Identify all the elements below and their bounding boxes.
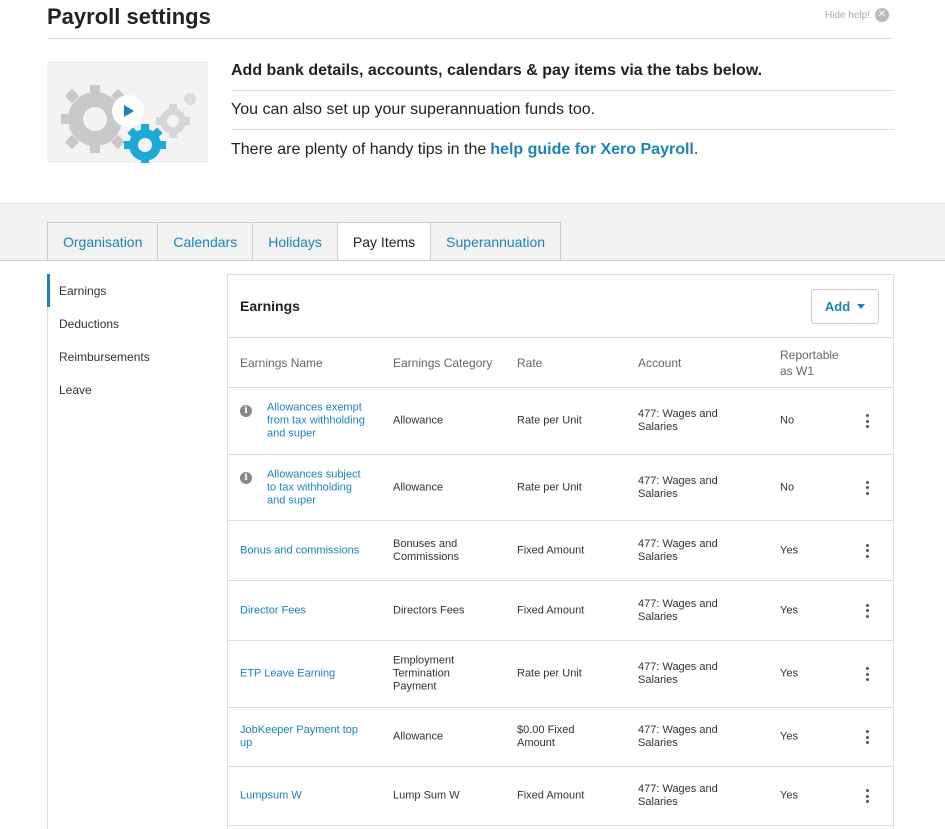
earnings-rate: $0.00 Fixed Amount (517, 724, 575, 749)
more-options-icon[interactable] (865, 789, 869, 803)
panel-title: Earnings (240, 298, 300, 314)
help-guide-link[interactable]: help guide for Xero Payroll (490, 141, 694, 159)
earnings-rate: Fixed Amount (517, 789, 585, 802)
more-options-icon[interactable] (865, 603, 869, 618)
panel-header: Earnings Add (228, 275, 893, 338)
earnings-rate: Rate per Unit (517, 481, 582, 493)
earnings-account: 477: Wages and Salaries (638, 408, 718, 433)
title-divider (47, 38, 893, 39)
page-title: Payroll settings (47, 4, 211, 29)
earnings-name-link[interactable]: JobKeeper Payment top up (240, 724, 358, 750)
reportable-w1: Yes (780, 544, 798, 556)
table-row: i Allowances subject to tax withholding and… (228, 455, 893, 521)
reportable-w1: No (780, 481, 795, 493)
earnings-category: Directors Fees (393, 604, 465, 616)
earnings-account: 477: Wages and Salaries (638, 474, 718, 500)
tab-holidays[interactable]: Holidays (252, 222, 337, 261)
tab-organisation[interactable]: Organisation (47, 222, 158, 261)
earnings-rate: Rate per Unit (517, 667, 582, 680)
hide-help-label: Hide help! (824, 9, 870, 21)
settings-tabs: Organisation Calendars Holidays Pay Item… (47, 222, 562, 261)
caret-down-icon (857, 304, 866, 309)
help-line-1: Add bank details, accounts, calendars & … (231, 52, 894, 91)
column-reportable-line2: as W1 (780, 364, 815, 378)
earnings-rate: Fixed Amount (517, 544, 585, 556)
info-icon[interactable]: i (240, 405, 252, 417)
reportable-w1: Yes (780, 667, 798, 680)
column-earnings-name: Earnings Name (240, 356, 323, 370)
sidenav-item-deductions[interactable]: Deductions (48, 307, 227, 340)
table-row: Bonus and commissions Bonuses and Commissi… (228, 521, 893, 581)
help-video-thumbnail[interactable] (47, 61, 208, 163)
add-button-label: Add (824, 299, 851, 314)
earnings-name-link[interactable]: Lumpsum W (240, 790, 302, 803)
column-earnings-category: Earnings Category (393, 356, 493, 370)
table-row: ETP Leave Earning Employment Termination Pa… (228, 641, 893, 708)
earnings-account: 477: Wages and Salaries (638, 597, 718, 623)
reportable-w1: Yes (780, 730, 798, 743)
earnings-rate: Fixed Amount (517, 604, 585, 616)
earnings-account: 477: Wages and Salaries (638, 783, 718, 808)
sidenav-item-earnings[interactable]: Earnings (47, 274, 227, 307)
more-options-icon[interactable] (865, 730, 869, 744)
tab-superannuation[interactable]: Superannuation (430, 222, 562, 261)
close-circle-icon: ✕ (875, 8, 889, 22)
earnings-category: Employment Termination Payment (393, 654, 455, 693)
earnings-category: Bonuses and Commissions (393, 537, 460, 563)
reportable-w1: Yes (780, 789, 798, 802)
earnings-account: 477: Wages and Salaries (638, 537, 718, 563)
tab-calendars[interactable]: Calendars (157, 222, 253, 261)
column-account: Account (638, 356, 682, 370)
earnings-name-link[interactable]: Allowances exempt from tax withholding and… (267, 402, 365, 441)
table-header: Earnings Name Earnings Category Rate Acc… (228, 338, 893, 388)
help-section: Payroll settings Hide help! ✕ Add bank d… (0, 0, 945, 203)
earnings-panel: Earnings Add Earnings Name Earnings Cate… (227, 274, 894, 829)
earnings-category: Allowance (393, 414, 444, 427)
column-reportable-line1: Reportable (780, 348, 839, 362)
gears-play-icon (61, 85, 196, 163)
earnings-category: Allowance (393, 730, 444, 743)
hide-help-button[interactable]: Hide help! ✕ (825, 8, 889, 22)
reportable-w1: Yes (780, 604, 798, 616)
add-button[interactable]: Add (811, 289, 879, 324)
help-line-3: There are plenty of handy tips in the he… (231, 130, 894, 169)
help-text: Add bank details, accounts, calendars & … (231, 52, 894, 169)
earnings-rate: Rate per Unit (517, 414, 582, 427)
more-options-icon[interactable] (865, 414, 869, 428)
more-options-icon[interactable] (865, 667, 869, 681)
earnings-account: 477: Wages and Salaries (638, 661, 718, 686)
earnings-category: Allowance (393, 481, 444, 493)
more-options-icon[interactable] (865, 480, 869, 495)
table-row: i Allowances exempt from tax withholding an… (228, 388, 893, 455)
earnings-account: 477: Wages and Salaries (638, 724, 718, 749)
sidenav-item-reimbursements[interactable]: Reimbursements (48, 340, 227, 373)
reportable-w1: No (780, 414, 795, 427)
earnings-name-link[interactable]: Director Fees (240, 604, 306, 617)
earnings-name-link[interactable]: Allowances subject to tax withholding and … (267, 468, 361, 507)
sidenav-item-leave[interactable]: Leave (48, 373, 227, 406)
pay-items-content: Earnings Deductions Reimbursements Leave… (0, 261, 945, 829)
table-row: Director Fees Directors Fees Fixed Amount 4… (228, 581, 893, 641)
earnings-category: Lump Sum W (393, 789, 460, 802)
table-row: JobKeeper Payment top up Allowance $0.00 Fi… (228, 708, 893, 767)
earnings-table-body: i Allowances exempt from tax withholding an… (228, 388, 893, 826)
help-line-3-text: There are plenty of handy tips in the (231, 140, 487, 158)
earnings-name-link[interactable]: ETP Leave Earning (240, 668, 335, 681)
help-line-3-suffix: . (693, 140, 699, 158)
pay-items-sidenav: Earnings Deductions Reimbursements Leave (47, 274, 227, 829)
help-line-2: You can also set up your superannuation … (231, 91, 894, 130)
info-icon[interactable]: i (240, 472, 252, 484)
more-options-icon[interactable] (865, 543, 869, 558)
tab-pay-items[interactable]: Pay Items (336, 222, 431, 261)
column-rate: Rate (517, 356, 543, 370)
earnings-name-link[interactable]: Bonus and commissions (240, 544, 359, 557)
table-row: Lumpsum W Lump Sum W Fixed Amount 477: Wage… (228, 767, 893, 826)
